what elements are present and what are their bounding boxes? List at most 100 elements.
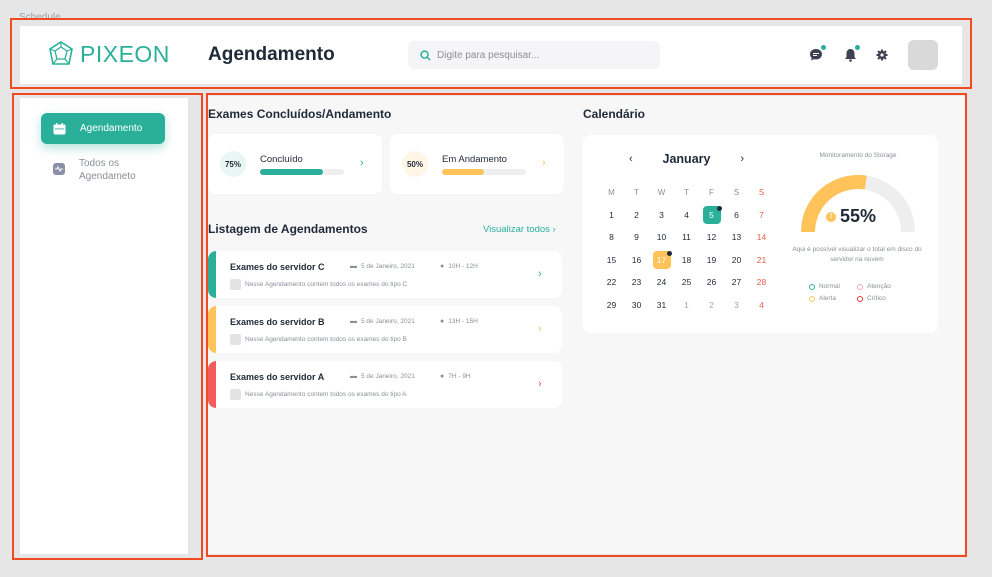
calendar-day[interactable]: 24 [649,271,674,294]
calendar-day[interactable]: 15 [599,249,624,272]
calendar-day[interactable]: 27 [724,271,749,294]
storage-percent: ! 55% [826,206,876,227]
notifications-button[interactable] [842,45,860,63]
weekday-header: M [608,187,615,197]
stat-card-em-andamento[interactable]: 50% Em Andamento › [390,134,564,194]
sidebar-item-todos-agendamentos[interactable]: Todos os Agendameto [53,157,149,183]
calendar-day[interactable]: 23 [624,271,649,294]
calendar-section-title: Calendário [583,107,646,121]
main-content: Exames Concluídos/Andamento 75% Concluíd… [206,96,965,554]
sidebar-item-label: Agendamento [80,123,143,134]
pixeon-logo-icon [49,41,73,65]
legend-item: Normal [809,283,857,290]
event-dot [667,250,672,256]
bell-notification-dot [855,45,860,50]
calendar-day[interactable]: 21 [749,249,774,272]
calendar-day[interactable]: 4 [674,204,699,227]
calendar-day[interactable]: 14 [749,226,774,249]
search-input[interactable] [437,49,637,61]
calendar-day[interactable]: 8 [599,226,624,249]
schedule-desc: Nesse Agendamento contem todos os exames… [230,389,407,400]
calendar-card: ‹ January › M T W T F S S 1 2 3 4 5 6 7 8 9 10 11 12 13 14 15… [583,135,938,333]
avatar[interactable] [908,40,938,70]
calendar-day[interactable]: 4 [749,294,774,317]
month-label: January [662,152,711,166]
calendar-day[interactable]: 3 [724,294,749,317]
logo-text: PIXEON [80,40,170,67]
chevron-right-icon: › [538,378,542,390]
storage-status-icon: ! [826,211,836,222]
gear-icon [876,49,888,61]
chevron-right-icon[interactable]: › [740,153,744,165]
weekday-header: F [709,187,714,197]
stat-label: Concluído [260,154,303,165]
schedule-time: ● 13H - 15H [440,318,478,325]
logo[interactable]: PIXEON [48,40,170,68]
calendar-day[interactable]: 22 [599,271,624,294]
calendar-day[interactable]: 2 [699,294,724,317]
calendar-day[interactable]: 3 [649,204,674,227]
sidebar-item-agendamento[interactable]: Agendamento [41,113,165,144]
schedule-date: ▬ 5 de Janeiro, 2021 [350,263,415,270]
calendar-day[interactable]: 31 [649,294,674,317]
calendar-day[interactable]: 29 [599,294,624,317]
stat-label: Em Andamento [442,154,507,165]
chevron-right-icon: › [360,157,364,169]
calendar-day[interactable]: 20 [724,249,749,272]
accent-bar [208,251,216,298]
stat-card-concluido[interactable]: 75% Concluído › [208,134,382,194]
legend-item: Alerta [809,295,857,302]
calendar-day[interactable]: 18 [674,249,699,272]
frame-label: Schedule [19,12,61,23]
calendar-day[interactable]: 9 [624,226,649,249]
legend-item: Crítico [857,295,917,302]
schedules-section-title: Listagem de Agendamentos [208,222,368,236]
calendar-day[interactable]: 19 [699,249,724,272]
month-nav: ‹ January › [629,152,744,166]
storage-legend: Normal Atenção Alerta Crítico [809,283,917,302]
exams-section-title: Exames Concluídos/Andamento [208,107,392,121]
calendar-day[interactable]: 1 [674,294,699,317]
calendar-day[interactable]: 10 [649,226,674,249]
legend-item: Atenção [857,283,917,290]
search-bar[interactable] [408,41,660,69]
weekday-header: T [634,187,639,197]
calendar-day[interactable]: 26 [699,271,724,294]
calendar-day[interactable]: 28 [749,271,774,294]
settings-button[interactable] [874,47,890,63]
schedule-time: ● 7H - 9H [440,373,471,380]
schedule-desc: Nesse Agendamento contem todos os exames… [230,279,407,290]
calendar-day[interactable]: 11 [674,226,699,249]
calendar-day[interactable]: 13 [724,226,749,249]
calendar-day[interactable]: 16 [624,249,649,272]
calendar-day[interactable]: 17 [649,249,674,272]
calendar-day[interactable]: 5 [699,204,724,227]
calendar-day[interactable]: 25 [674,271,699,294]
percent-bubble: 75% [220,151,246,177]
progress-bar [260,169,344,175]
chat-button[interactable] [808,45,826,63]
chat-icon [810,49,822,61]
calendar-day[interactable]: 2 [624,204,649,227]
schedule-card[interactable]: Exames do servidor B ▬ 5 de Janeiro, 2021… [208,306,562,353]
weekday-header: W [657,187,666,197]
see-all-link[interactable]: Visualizar todos › [483,224,556,235]
schedule-date: ▬ 5 de Janeiro, 2021 [350,318,415,325]
calendar-day[interactable]: 7 [749,204,774,227]
schedule-desc: Nesse Agendamento contem todos os exames… [230,334,407,345]
storage-title: Monitoramento do Storage [819,152,897,159]
schedule-title: Exames do servidor B [230,317,325,327]
schedule-title: Exames do servidor C [230,262,325,272]
accent-bar [208,361,216,408]
calendar-day[interactable]: 1 [599,204,624,227]
sidebar: Agendamento Todos os Agendameto [20,98,188,554]
weekday-header: S [758,187,765,197]
schedule-card[interactable]: Exames do servidor A ▬ 5 de Janeiro, 2021… [208,361,562,408]
schedule-card[interactable]: Exames do servidor C ▬ 5 de Janeiro, 2021… [208,251,562,298]
calendar-day[interactable]: 6 [724,204,749,227]
progress-bar [442,169,526,175]
calendar-day[interactable]: 12 [699,226,724,249]
calendar-day[interactable]: 30 [624,294,649,317]
chevron-left-icon[interactable]: ‹ [629,153,633,165]
schedule-time: ● 10H - 12H [440,263,478,270]
